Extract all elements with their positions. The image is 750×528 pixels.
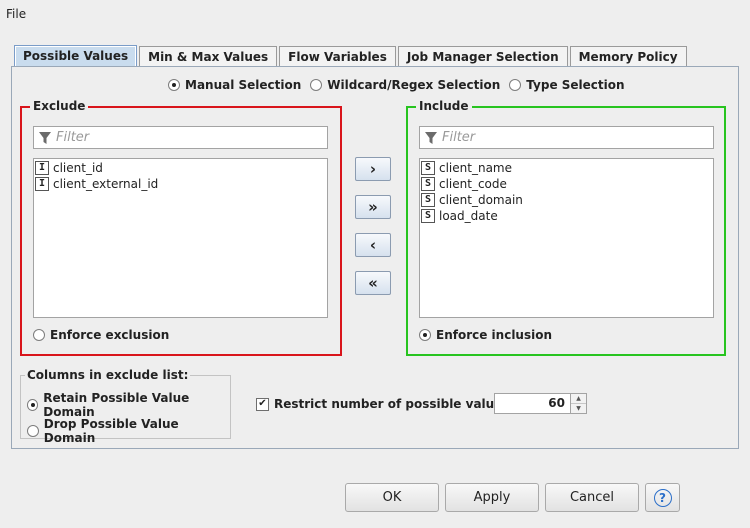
string-type-icon: S <box>421 209 435 223</box>
possible-values-input[interactable]: 60 <box>495 394 570 413</box>
manual-selection-option[interactable]: Manual Selection <box>168 78 301 92</box>
column-name: client_external_id <box>53 177 159 191</box>
add-button[interactable]: › <box>355 157 391 181</box>
retain-domain-radio[interactable] <box>27 399 39 411</box>
filter-icon <box>39 131 51 144</box>
drop-domain-radio[interactable] <box>27 425 39 437</box>
spinner-arrows: ▲ ▼ <box>570 394 586 413</box>
selection-mode-group: Manual Selection Wildcard/Regex Selectio… <box>168 78 625 92</box>
include-filter-input[interactable]: Filter <box>419 126 714 149</box>
tab-possible-values[interactable]: Possible Values <box>14 45 138 67</box>
tab-flow-variables[interactable]: Flow Variables <box>279 46 396 67</box>
enforce-exclusion-option[interactable]: Enforce exclusion <box>33 328 169 342</box>
include-group: Include Filter S client_name S client_co… <box>406 99 726 356</box>
tab-min-max-values[interactable]: Min & Max Values <box>139 46 278 67</box>
wildcard-regex-selection-radio[interactable] <box>310 79 323 91</box>
exclude-title: Exclude <box>30 99 89 113</box>
list-item[interactable]: I client_external_id <box>35 176 326 192</box>
columns-in-exclude-group: Columns in exclude list: Retain Possible… <box>20 368 231 445</box>
apply-button[interactable]: Apply <box>445 483 539 512</box>
tab-bar: Possible Values Min & Max Values Flow Va… <box>14 45 689 67</box>
columns-in-exclude-title: Columns in exclude list: <box>25 368 191 382</box>
retain-domain-label: Retain Possible Value Domain <box>43 391 190 419</box>
column-name: client_name <box>439 161 512 175</box>
exclude-filter-input[interactable]: Filter <box>33 126 328 149</box>
manual-selection-label: Manual Selection <box>185 78 302 92</box>
help-icon: ? <box>653 488 672 507</box>
integer-type-icon: I <box>35 161 49 175</box>
exclude-filter-placeholder: Filter <box>56 130 90 145</box>
tab-memory-policy[interactable]: Memory Policy <box>569 46 687 67</box>
list-item[interactable]: S client_code <box>421 176 712 192</box>
wildcard-regex-selection-label: Wildcard/Regex Selection <box>327 78 501 92</box>
remove-all-button[interactable]: « <box>355 271 391 295</box>
drop-domain-label: Drop Possible Value Domain <box>43 417 179 445</box>
type-selection-radio[interactable] <box>509 79 522 91</box>
list-item[interactable]: S load_date <box>421 208 712 224</box>
integer-type-icon: I <box>35 177 49 191</box>
spinner-down-icon[interactable]: ▼ <box>571 403 586 413</box>
exclude-list[interactable]: I client_id I client_external_id <box>33 158 328 318</box>
ok-button[interactable]: OK <box>345 483 439 512</box>
retain-domain-option[interactable]: Retain Possible Value Domain <box>27 391 230 419</box>
possible-values-spinner[interactable]: 60 ▲ ▼ <box>494 393 587 414</box>
restrict-possible-values-checkbox[interactable]: ✔ <box>256 397 269 411</box>
list-item[interactable]: S client_name <box>421 160 712 176</box>
enforce-exclusion-label: Enforce exclusion <box>50 328 170 342</box>
spinner-up-icon[interactable]: ▲ <box>571 394 586 403</box>
include-title: Include <box>416 99 472 113</box>
type-selection-option[interactable]: Type Selection <box>509 78 625 92</box>
wildcard-regex-selection-option[interactable]: Wildcard/Regex Selection <box>310 78 500 92</box>
enforce-inclusion-option[interactable]: Enforce inclusion <box>419 328 552 342</box>
list-item[interactable]: S client_domain <box>421 192 712 208</box>
include-list[interactable]: S client_name S client_code S client_dom… <box>419 158 714 318</box>
list-item[interactable]: I client_id <box>35 160 326 176</box>
enforce-inclusion-label: Enforce inclusion <box>436 328 553 342</box>
string-type-icon: S <box>421 161 435 175</box>
column-name: client_domain <box>439 193 523 207</box>
restrict-possible-values-label: Restrict number of possible values: <box>274 397 515 411</box>
filter-icon <box>425 131 437 144</box>
help-button[interactable]: ? <box>645 483 680 512</box>
tab-job-manager-selection[interactable]: Job Manager Selection <box>397 46 568 67</box>
enforce-exclusion-radio[interactable] <box>33 329 45 341</box>
column-name: client_code <box>439 177 507 191</box>
string-type-icon: S <box>421 193 435 207</box>
string-type-icon: S <box>421 177 435 191</box>
restrict-possible-values-option[interactable]: ✔ Restrict number of possible values: <box>256 397 514 411</box>
file-menu[interactable]: File <box>6 7 26 21</box>
exclude-group: Exclude Filter I client_id I client_exte… <box>20 99 342 356</box>
add-all-button[interactable]: » <box>355 195 391 219</box>
remove-button[interactable]: ‹ <box>355 233 391 257</box>
column-name: load_date <box>439 209 498 223</box>
drop-domain-option[interactable]: Drop Possible Value Domain <box>27 417 230 445</box>
column-name: client_id <box>53 161 103 175</box>
cancel-button[interactable]: Cancel <box>545 483 639 512</box>
include-filter-placeholder: Filter <box>442 130 476 145</box>
type-selection-label: Type Selection <box>526 78 625 92</box>
manual-selection-radio[interactable] <box>168 79 180 91</box>
enforce-inclusion-radio[interactable] <box>419 329 431 341</box>
